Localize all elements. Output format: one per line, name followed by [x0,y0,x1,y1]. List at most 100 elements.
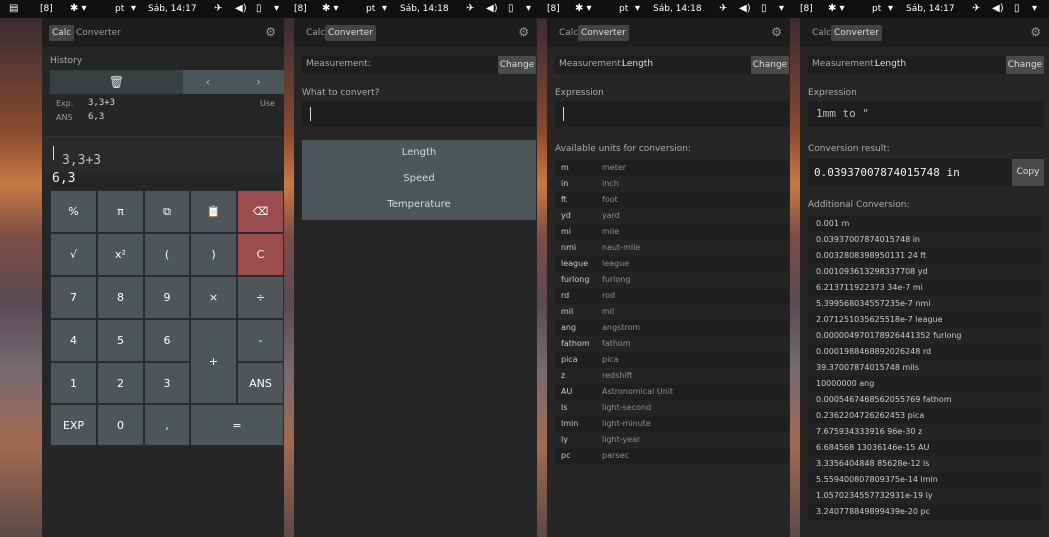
key-minus[interactable]: - [237,319,284,362]
gear-icon[interactable]: ⚙ [1030,24,1041,40]
status-bar: [8] ✱ ▾ pt ▾ Sáb, 14:18 ✈ ◀) ▯ ▾ [543,0,796,18]
copy-key[interactable]: ⧉ [144,190,190,233]
expression-input[interactable]: 3,3+3 [42,136,284,172]
backspace-icon: ⌫ [252,205,269,218]
change-button[interactable]: Change [1006,56,1044,74]
language-indicator[interactable]: pt [619,0,628,18]
key-1[interactable]: 1 [50,362,97,404]
airplane-icon[interactable]: ✈ [719,0,727,18]
key-pi[interactable]: π [97,190,144,233]
key-9[interactable]: 9 [144,276,190,319]
language-indicator[interactable]: pt [872,0,881,18]
key-comma[interactable]: , [144,404,190,446]
change-button[interactable]: Change [498,56,536,74]
option-length[interactable]: Length [302,140,536,166]
use-button[interactable]: Use [260,99,275,108]
conversion-row: 0.03937007874015748 in [808,232,1042,248]
accessibility-icon[interactable]: ✱ ▾ [70,0,87,18]
key-8[interactable]: 8 [97,276,144,319]
key-percent[interactable]: % [50,190,97,233]
key-4[interactable]: 4 [50,319,97,362]
accessibility-icon[interactable]: ✱ ▾ [322,0,339,18]
unit-row: mi mile [555,224,789,240]
key-2[interactable]: 2 [97,362,144,404]
key-5[interactable]: 5 [97,319,144,362]
key-close-paren[interactable]: ) [190,233,237,276]
tab-converter[interactable]: Converter [831,25,882,41]
workspace-indicator[interactable]: [8] [547,0,560,18]
conversion-row: 0.0032808398950131 24 ft [808,248,1042,264]
chevron-down-icon[interactable]: ▾ [526,0,531,18]
battery-icon[interactable]: ▯ [256,0,262,18]
chevron-down-icon[interactable]: ▾ [274,0,279,18]
convert-input[interactable] [302,101,536,127]
copy-button[interactable]: Copy [1012,159,1044,186]
key-3[interactable]: 3 [144,362,190,404]
expression-input[interactable]: 1mm to " [808,101,1044,127]
expression-input[interactable] [555,101,789,127]
battery-icon[interactable]: ▯ [761,0,767,18]
unit-row: lmin light-minute [555,416,789,432]
battery-icon[interactable]: ▯ [508,0,514,18]
backspace-key[interactable]: ⌫ [237,190,284,233]
volume-icon[interactable]: ◀) [992,0,1004,18]
key-square[interactable]: x² [97,233,144,276]
key-0[interactable]: 0 [97,404,144,446]
menu-icon[interactable]: ▤ [9,0,18,18]
workspace-indicator[interactable]: [8] [294,0,307,18]
chevron-down-icon[interactable]: ▾ [1032,0,1037,18]
tab-converter[interactable]: Converter [73,25,124,41]
expression-text: 1mm to " [816,107,869,120]
option-temperature[interactable]: Temperature [302,192,536,218]
key-6[interactable]: 6 [144,319,190,362]
chevron-down-icon[interactable]: ▾ [779,0,784,18]
gear-icon[interactable]: ⚙ [771,24,782,40]
clock[interactable]: Sáb, 14:18 [653,0,702,18]
key-clear[interactable]: C [237,233,284,276]
key-sqrt[interactable]: √ [50,233,97,276]
tab-calc[interactable]: Calc [49,25,75,41]
language-indicator[interactable]: pt [115,0,124,18]
key-7[interactable]: 7 [50,276,97,319]
key-multiply[interactable]: × [190,276,237,319]
conversion-result: 0.03937007874015748 in [814,166,960,179]
workspace-indicator[interactable]: [8] [40,0,53,18]
key-exp[interactable]: EXP [50,404,97,446]
key-ans[interactable]: ANS [237,362,284,404]
key-divide[interactable]: ÷ [237,276,284,319]
accessibility-icon[interactable]: ✱ ▾ [828,0,845,18]
measurement-label: Measurement: [306,59,371,69]
airplane-icon[interactable]: ✈ [972,0,980,18]
unit-row: yd yard [555,208,789,224]
change-button[interactable]: Change [751,56,789,74]
gear-icon[interactable]: ⚙ [265,24,276,40]
tab-converter[interactable]: Converter [325,25,376,41]
key-plus[interactable]: + [190,319,237,404]
history-next-button[interactable]: › [233,70,284,94]
unit-row: ft foot [555,192,789,208]
app-header: Calc Converter ⚙ [800,18,1049,47]
key-open-paren[interactable]: ( [144,233,190,276]
language-indicator[interactable]: pt [366,0,375,18]
expression-label: Exp. [56,99,74,108]
history-prev-button[interactable]: ‹ [183,70,233,94]
key-equals[interactable]: = [190,404,284,446]
option-speed[interactable]: Speed [302,166,536,192]
clear-history-button[interactable]: 🗑 [50,70,183,94]
airplane-icon[interactable]: ✈ [466,0,474,18]
volume-icon[interactable]: ◀) [235,0,247,18]
clock[interactable]: Sáb, 14:17 [906,0,955,18]
volume-icon[interactable]: ◀) [739,0,751,18]
airplane-icon[interactable]: ✈ [214,0,222,18]
volume-icon[interactable]: ◀) [486,0,498,18]
clock[interactable]: Sáb, 14:17 [148,0,197,18]
gear-icon[interactable]: ⚙ [518,24,529,40]
accessibility-icon[interactable]: ✱ ▾ [575,0,592,18]
conversion-row: 0.0001988468892026248 rd [808,344,1042,360]
clock[interactable]: Sáb, 14:18 [400,0,449,18]
conversion-row: 0.2362204726262453 pica [808,408,1042,424]
tab-converter[interactable]: Converter [578,25,629,41]
paste-key[interactable]: 📋 [190,190,237,233]
workspace-indicator[interactable]: [8] [800,0,813,18]
battery-icon[interactable]: ▯ [1014,0,1020,18]
